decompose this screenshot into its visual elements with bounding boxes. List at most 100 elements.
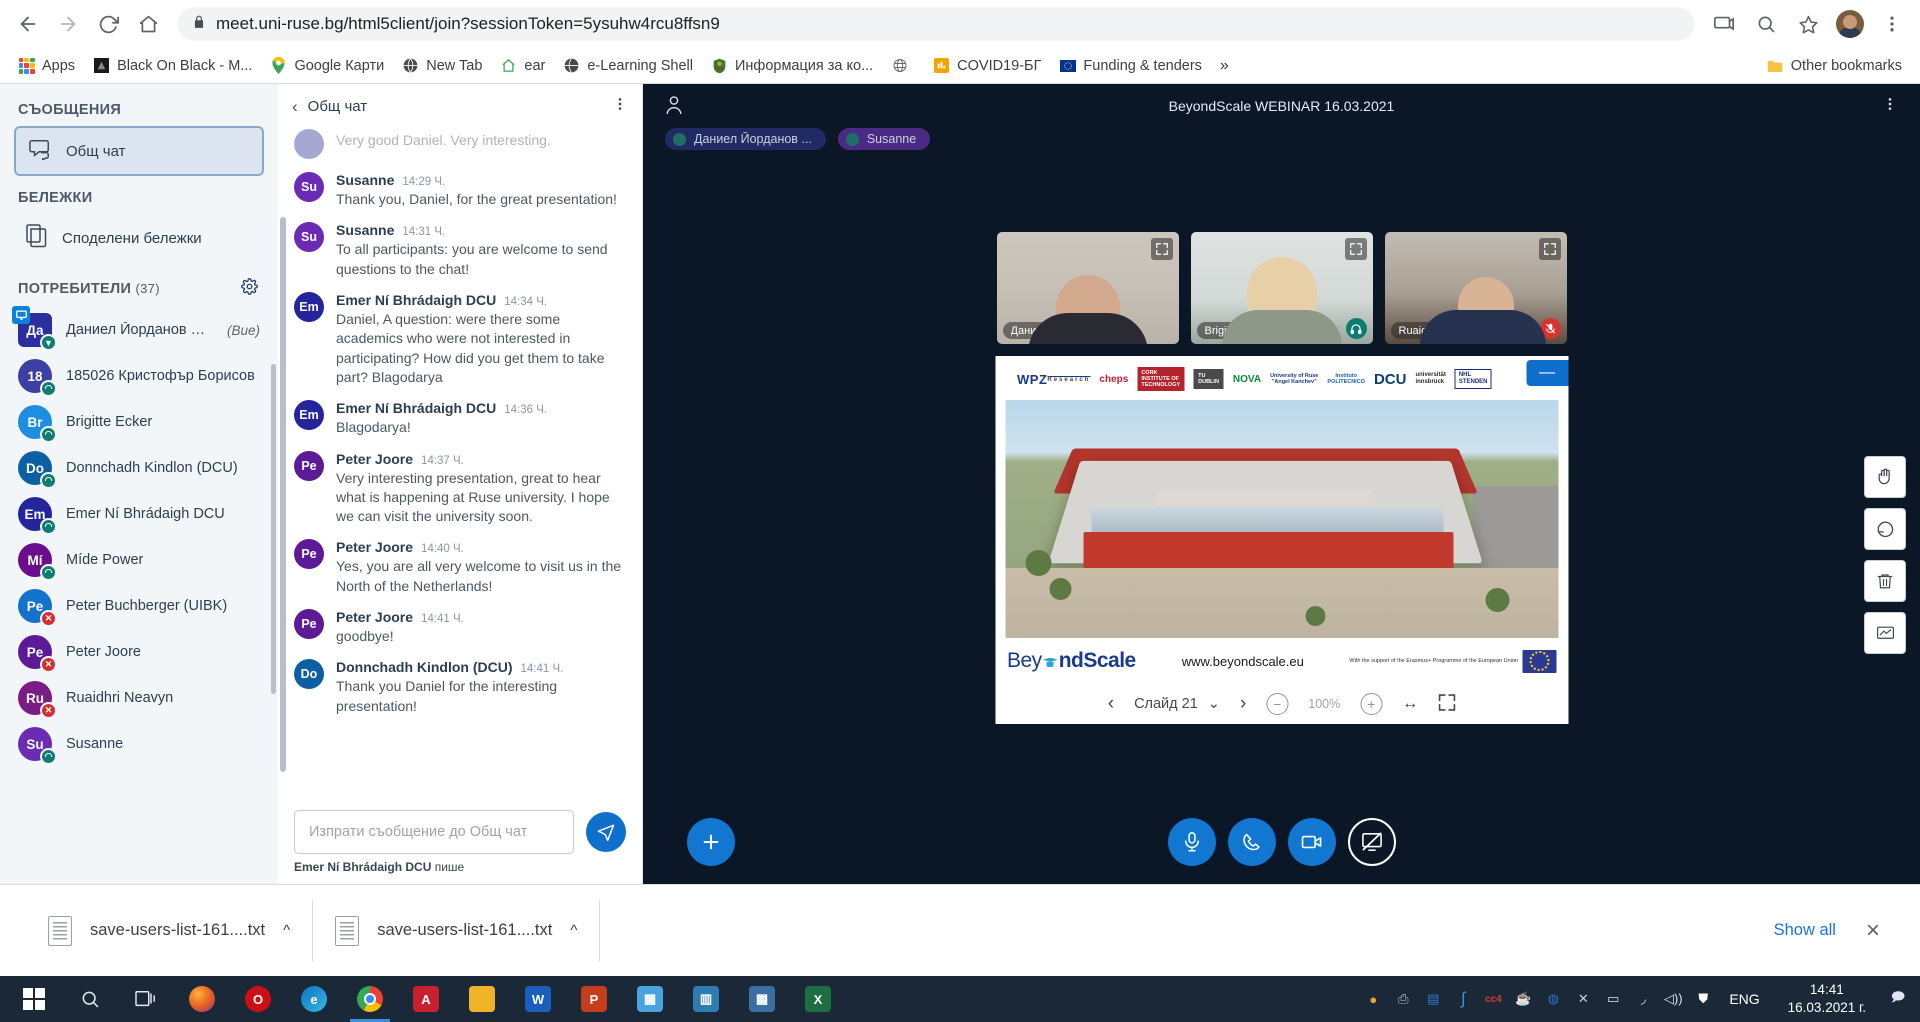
taskbar-item-chrome[interactable] bbox=[342, 976, 398, 1022]
camera-button[interactable] bbox=[1287, 818, 1336, 866]
expand-icon[interactable] bbox=[1150, 238, 1173, 260]
bookmarks-overflow-icon[interactable]: » bbox=[1212, 53, 1237, 79]
sync-tray-icon[interactable]: ✕ bbox=[1573, 989, 1593, 1009]
slide-selector[interactable]: Слайд 21 ⌄ bbox=[1134, 696, 1220, 712]
user-list-item[interactable]: Br ◠ Brigitte Ecker bbox=[14, 399, 264, 445]
bookmark-google-maps[interactable]: Google Карти bbox=[262, 53, 392, 78]
java-tray-icon[interactable]: ☕ bbox=[1513, 989, 1533, 1009]
user-list-item[interactable]: 18 ◠ 185026 Кристофър Борисов bbox=[14, 353, 264, 399]
profile-avatar[interactable] bbox=[1832, 6, 1868, 42]
shield-blue-tray-icon[interactable]: ◍ bbox=[1543, 989, 1563, 1009]
battery-tray-icon[interactable]: ▭ bbox=[1603, 989, 1623, 1009]
taskbar-item-word[interactable]: W bbox=[510, 976, 566, 1022]
close-downloads-icon[interactable]: × bbox=[1852, 917, 1894, 945]
user-list-item[interactable]: Mí ◠ Míde Power bbox=[14, 537, 264, 583]
back-icon[interactable] bbox=[10, 6, 46, 42]
bookmark-apps[interactable]: Apps bbox=[10, 53, 83, 78]
download-item[interactable]: save-users-list-161....txt ^ bbox=[313, 899, 601, 962]
webcam-tile[interactable]: Даниел Йорданов П... ⌄ bbox=[996, 232, 1179, 344]
back-chevron-icon[interactable]: ‹ bbox=[292, 97, 298, 117]
chat-scrollbar[interactable] bbox=[280, 217, 286, 772]
home-icon[interactable] bbox=[130, 6, 166, 42]
chat-options-icon[interactable] bbox=[612, 96, 628, 117]
user-list-item[interactable]: Pe ✕ Peter Joore bbox=[14, 629, 264, 675]
bookmark-new-tab[interactable]: New Tab bbox=[394, 53, 490, 78]
zoom-out-icon[interactable]: − bbox=[1266, 693, 1289, 715]
bookmark-elearning-shell[interactable]: e-Learning Shell bbox=[555, 53, 701, 78]
search-icon[interactable] bbox=[62, 976, 118, 1022]
bookmark-funding-tenders[interactable]: Funding & tenders bbox=[1051, 53, 1210, 78]
webcam-tile[interactable]: Brigitte Ecker ⌄ bbox=[1190, 232, 1373, 344]
chat-message-list[interactable]: Very good Daniel. Very interesting. Su S… bbox=[278, 127, 642, 804]
taskbar-item-edge[interactable]: e bbox=[286, 976, 342, 1022]
notifications-icon[interactable]: 🗩 bbox=[1888, 989, 1908, 1009]
taskbar-item-photos[interactable]: ▦ bbox=[622, 976, 678, 1022]
printer-tray-icon[interactable]: ⎙ bbox=[1393, 989, 1413, 1009]
taskbar-item-store[interactable]: ▥ bbox=[678, 976, 734, 1022]
bookmark-black-on-black[interactable]: Black On Black - M... bbox=[85, 53, 260, 78]
taskbar-item-firefox[interactable] bbox=[174, 976, 230, 1022]
user-list-toggle-icon[interactable] bbox=[665, 95, 683, 118]
defender-tray-icon[interactable]: ⛊ bbox=[1693, 989, 1713, 1009]
taskbar-item-reader[interactable]: ▩ bbox=[734, 976, 790, 1022]
language-indicator[interactable]: ENG bbox=[1723, 991, 1765, 1007]
sidebar-item-public-chat[interactable]: Общ чат bbox=[14, 126, 264, 176]
pan-hand-icon[interactable] bbox=[1864, 456, 1906, 498]
task-view-icon[interactable] bbox=[118, 976, 174, 1022]
speaker-chip[interactable]: Даниел Йорданов ... bbox=[665, 128, 826, 150]
taskbar-clock[interactable]: 14:41 16.03.2021 г. bbox=[1776, 981, 1878, 1017]
taskbar-item-opera[interactable]: O bbox=[230, 976, 286, 1022]
integral-tray-icon[interactable]: ∫ bbox=[1453, 989, 1473, 1009]
users-scrollbar[interactable] bbox=[271, 364, 276, 694]
bookmark-ear[interactable]: ear bbox=[492, 53, 553, 78]
user-list-item[interactable]: Su ◠ Susanne bbox=[14, 721, 264, 767]
screenshare-button[interactable] bbox=[1347, 818, 1396, 866]
speaker-chip[interactable]: Susanne bbox=[837, 128, 931, 150]
other-bookmarks-folder[interactable]: Other bookmarks bbox=[1759, 53, 1910, 78]
chevron-up-icon[interactable]: ^ bbox=[283, 922, 290, 939]
taskbar-item-file-explorer[interactable] bbox=[454, 976, 510, 1022]
webcam-name-chip[interactable]: Даниел Йорданов П... ⌄ bbox=[1002, 322, 1133, 339]
next-slide-icon[interactable]: › bbox=[1240, 693, 1246, 715]
wifi-tray-icon[interactable]: ◞ bbox=[1633, 989, 1653, 1009]
meeting-options-icon[interactable] bbox=[1882, 96, 1898, 117]
bookmark-star-icon[interactable] bbox=[1790, 6, 1826, 42]
show-all-downloads-button[interactable]: Show all bbox=[1758, 911, 1852, 950]
actions-plus-button[interactable] bbox=[687, 818, 735, 866]
cc4-tray-icon[interactable]: cc4 bbox=[1483, 989, 1503, 1009]
user-list-item[interactable]: Да ▼ Даниел Йорданов Пав… (Вие) bbox=[12, 306, 264, 353]
leave-audio-button[interactable] bbox=[1227, 818, 1276, 866]
download-item[interactable]: save-users-list-161....txt ^ bbox=[26, 899, 314, 962]
zoom-in-icon[interactable]: + bbox=[1360, 693, 1383, 715]
taskbar-item-excel[interactable]: X bbox=[790, 976, 846, 1022]
chrome-menu-icon[interactable] bbox=[1874, 6, 1910, 42]
minimize-presentation-button[interactable]: — bbox=[1526, 360, 1568, 386]
webcam-tile[interactable]: Ruaidhri Neavyn ⌄ bbox=[1384, 232, 1567, 344]
database-tray-icon[interactable]: ▤ bbox=[1423, 989, 1443, 1009]
undo-icon[interactable] bbox=[1864, 508, 1906, 550]
webcam-name-chip[interactable]: Ruaidhri Neavyn ⌄ bbox=[1390, 322, 1503, 339]
fullscreen-icon[interactable] bbox=[1438, 693, 1455, 715]
chat-input[interactable] bbox=[294, 810, 574, 854]
cast-icon[interactable] bbox=[1706, 6, 1742, 42]
gear-icon[interactable] bbox=[241, 278, 258, 299]
taskbar-item-acrobat[interactable]: A bbox=[398, 976, 454, 1022]
chevron-up-icon[interactable]: ^ bbox=[570, 922, 577, 939]
user-list-item[interactable]: Pe ✕ Peter Buchberger (UIBK) bbox=[14, 583, 264, 629]
microphone-button[interactable] bbox=[1167, 818, 1216, 866]
volume-tray-icon[interactable]: ◁)) bbox=[1663, 989, 1683, 1009]
previous-slide-icon[interactable]: ‹ bbox=[1108, 693, 1114, 715]
user-list-item[interactable]: Do ◠ Donnchadh Kindlon (DCU) bbox=[14, 445, 264, 491]
send-message-button[interactable] bbox=[586, 812, 626, 852]
reload-icon[interactable] bbox=[90, 6, 126, 42]
bookmark-informacia[interactable]: Информация за ко... bbox=[703, 53, 881, 78]
sidebar-item-shared-notes[interactable]: Споделени бележки bbox=[14, 214, 264, 262]
expand-icon[interactable] bbox=[1344, 238, 1367, 260]
bookmark-globe-gray[interactable] bbox=[883, 53, 923, 78]
trash-icon[interactable] bbox=[1864, 560, 1906, 602]
zoom-search-icon[interactable] bbox=[1748, 6, 1784, 42]
bookmark-covid19[interactable]: COVID19-БГ bbox=[925, 53, 1049, 78]
slide-canvas[interactable]: WPZ Research cheps CORK INSTITUTE OF TECHNO… bbox=[995, 356, 1568, 684]
forward-icon[interactable] bbox=[50, 6, 86, 42]
presentation-icon[interactable] bbox=[1864, 612, 1906, 654]
